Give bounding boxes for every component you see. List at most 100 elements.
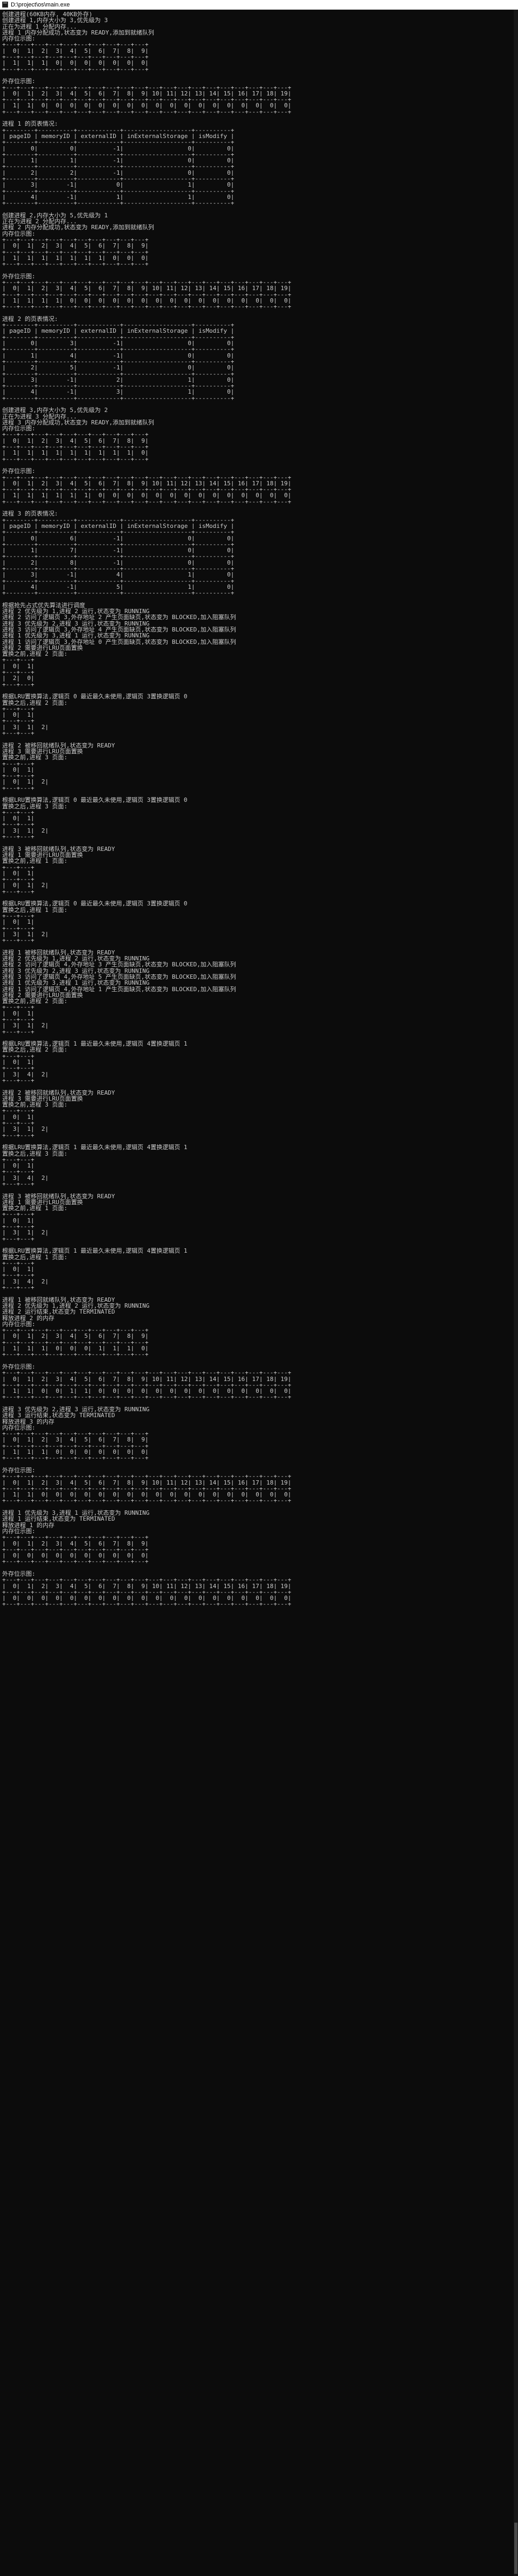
- console-line: 释放进程 2 的内存: [2, 1315, 54, 1321]
- console-line: +---+---+: [2, 760, 34, 767]
- console-line: 置换之后,进程 2 页面:: [2, 1047, 68, 1053]
- console-line: 外存位示图:: [2, 1467, 36, 1474]
- console-line: +---+---+: [2, 773, 34, 779]
- console-line: | 1| 1| 1| 1| 1| 1| 1| 0| 0| 0|: [2, 255, 149, 262]
- console-line: 进程 2 需要进行LRU页面置换: [2, 992, 83, 999]
- console-line: +---+---+: [2, 1120, 34, 1126]
- console-line: +---+---+: [2, 809, 34, 816]
- console-line: +---+---+: [2, 876, 34, 883]
- console-line: | 0| 1|: [2, 1266, 34, 1273]
- console-line: | 3| -1| 0| 1| 0|: [2, 182, 234, 188]
- console-line: +---+---+: [2, 1108, 34, 1114]
- console-line: +---+---+: [2, 1065, 34, 1071]
- console-line: 进程 2 访问了逻辑页 3,外存地址 2 产生页面缺页,状态变为 BLOCKED…: [2, 614, 236, 621]
- console-line: | 0| 1| 2| 3| 4| 5| 6| 7| 8| 9| 10| 11| …: [2, 285, 292, 292]
- console-line: | 0| 1| 2| 3| 4| 5| 6| 7| 8| 9|: [2, 1333, 149, 1339]
- console-line: 置换之前,进程 2 页面:: [2, 651, 68, 657]
- console-line: +---+---+: [2, 1028, 34, 1035]
- console-line: 进程 1 运行结束,状态变为 TERMINATED: [2, 1516, 115, 1522]
- console-line: 进程 3 优先级为 2,进程 3 运行,状态变为 RUNNING: [2, 1406, 150, 1413]
- console-app-icon: [2, 2, 8, 8]
- window-title: D:\project\os\main.exe: [11, 1, 70, 8]
- console-line: | 3| 4| 2|: [2, 1174, 49, 1181]
- console-line: 进程 1 优先级为 3,进程 1 运行,状态变为 RUNNING: [2, 1510, 150, 1516]
- console-line: +---+---+---+---+---+---+---+---+---+---…: [2, 1339, 149, 1346]
- console-line: | 3| 4| 2|: [2, 1071, 49, 1077]
- console-line: | 1| 1| 1| 0| 0| 0| 0| 0| 0| 0|: [2, 60, 149, 66]
- console-line: 进程 3 运行结束,状态变为 TERMINATED: [2, 1412, 115, 1419]
- console-line: +--------+----------+------------+------…: [2, 566, 234, 572]
- console-line: 释放进程 1 的内存: [2, 1522, 54, 1528]
- console-line: 置换之前,进程 1 页面:: [2, 1205, 68, 1212]
- console-line: +---+---+: [2, 1272, 34, 1279]
- console-line: 置换之后,进程 2 页面:: [2, 699, 68, 706]
- console-line: +---+---+: [2, 1053, 34, 1060]
- console-line: +---+---+---+---+---+---+---+---+---+---…: [2, 486, 292, 493]
- console-line: +---+---+: [2, 912, 34, 919]
- console-line: | 3| 4| 2|: [2, 1278, 49, 1285]
- console-line: | 0| 1| 2| 3| 4| 5| 6| 7| 8| 9| 10| 11| …: [2, 1376, 292, 1382]
- console-line: +---+---+: [2, 1224, 34, 1230]
- console-line: | 0| 1| 2| 3| 4| 5| 6| 7| 8| 9|: [2, 47, 149, 54]
- console-line: +--------+----------+------------+------…: [2, 200, 234, 207]
- console-line: | 1| 1| 1| 0| 0| 0| 0| 0| 0| 0|: [2, 1449, 149, 1455]
- console-line: 外存位示图:: [2, 468, 36, 475]
- console-line: | 0| 3| -1| 0| 0|: [2, 340, 234, 347]
- console-line: +---+---+---+---+---+---+---+---+---+---…: [2, 1382, 292, 1389]
- console-line: 根据LRU置换算法,逻辑页 0 最近最久未使用,逻辑页 3置换逻辑页 0: [2, 901, 188, 907]
- console-line: | 3| -1| 4| 1| 0|: [2, 572, 234, 578]
- console-line: | 1| 1| 1| 1| 1| 1| 1| 1| 1| 0|: [2, 450, 149, 456]
- console-line: +---+---+---+---+---+---+---+---+---+---…: [2, 42, 149, 48]
- scrollbar-thumb[interactable]: [514, 2523, 517, 2574]
- console-line: +--------+----------+------------+------…: [2, 529, 234, 535]
- title-bar[interactable]: D:\project\os\main.exe: [0, 0, 518, 10]
- console-line: +---+---+---+---+---+---+---+---+---+---…: [2, 97, 292, 103]
- console-line: 根据LRU置换算法,逻辑页 0 最近最久未使用,逻辑页 3置换逻辑页 0: [2, 693, 188, 700]
- console-line: 创建进程 1,内存大小为 3,优先级为 3: [2, 17, 108, 24]
- console-line: +--------+----------+------------+------…: [2, 590, 234, 596]
- console-line: | 0| 1| 2| 3| 4| 5| 6| 7| 8| 9|: [2, 243, 149, 249]
- console-line: 进程 3 被移回就绪队列,状态变为 READY: [2, 1193, 115, 1199]
- console-line: 进程 2 内存分配成功,状态变为 READY,添加到就绪队列: [2, 224, 154, 231]
- console-line: +---+---+: [2, 1284, 34, 1291]
- console-output[interactable]: 创建进程(60KB内存, 40KB外存) 创建进程 1,内存大小为 3,优先级为 …: [0, 10, 518, 1608]
- console-line: +---+---+---+---+---+---+---+---+---+---…: [2, 261, 149, 267]
- vertical-scrollbar[interactable]: [514, 10, 518, 2576]
- console-line: +---+---+: [2, 669, 34, 676]
- console-line: 置换之前,进程 2 页面:: [2, 998, 68, 1005]
- console-line: +---+---+: [2, 785, 34, 791]
- console-line: +--------+----------+------------+------…: [2, 188, 234, 194]
- console-line: +---+---+---+---+---+---+---+---+---+---…: [2, 84, 292, 91]
- console-line: +---+---+---+---+---+---+---+---+---+---…: [2, 1370, 292, 1376]
- console-line: +--------+----------+------------+------…: [2, 163, 234, 170]
- console-line: +---+---+: [2, 925, 34, 931]
- console-line: +---+---+: [2, 730, 34, 737]
- console-line: +---+---+---+---+---+---+---+---+---+---…: [2, 108, 292, 115]
- console-line: 正在为进程 3 分配内存...: [2, 413, 77, 420]
- console-line: +---+---+---+---+---+---+---+---+---+---…: [2, 1473, 292, 1480]
- console-line: | 0| 1|: [2, 1010, 34, 1016]
- console-line: | pageID | memoryID | externalID | inExt…: [2, 133, 234, 140]
- console-line: +---+---+---+---+---+---+---+---+---+---…: [2, 474, 292, 480]
- console-line: +--------+----------+------------+------…: [2, 395, 234, 401]
- console-line: +---+---+: [2, 718, 34, 724]
- console-line: | 0| 1|: [2, 1217, 34, 1224]
- console-line: | 3| -1| 2| 1| 0|: [2, 376, 234, 383]
- console-line: +--------+----------+------------+------…: [2, 517, 234, 523]
- console-line: | 1| 1| 0| 0| 1| 1| 0| 0| 0| 0| 0| 0| 0|…: [2, 1388, 292, 1395]
